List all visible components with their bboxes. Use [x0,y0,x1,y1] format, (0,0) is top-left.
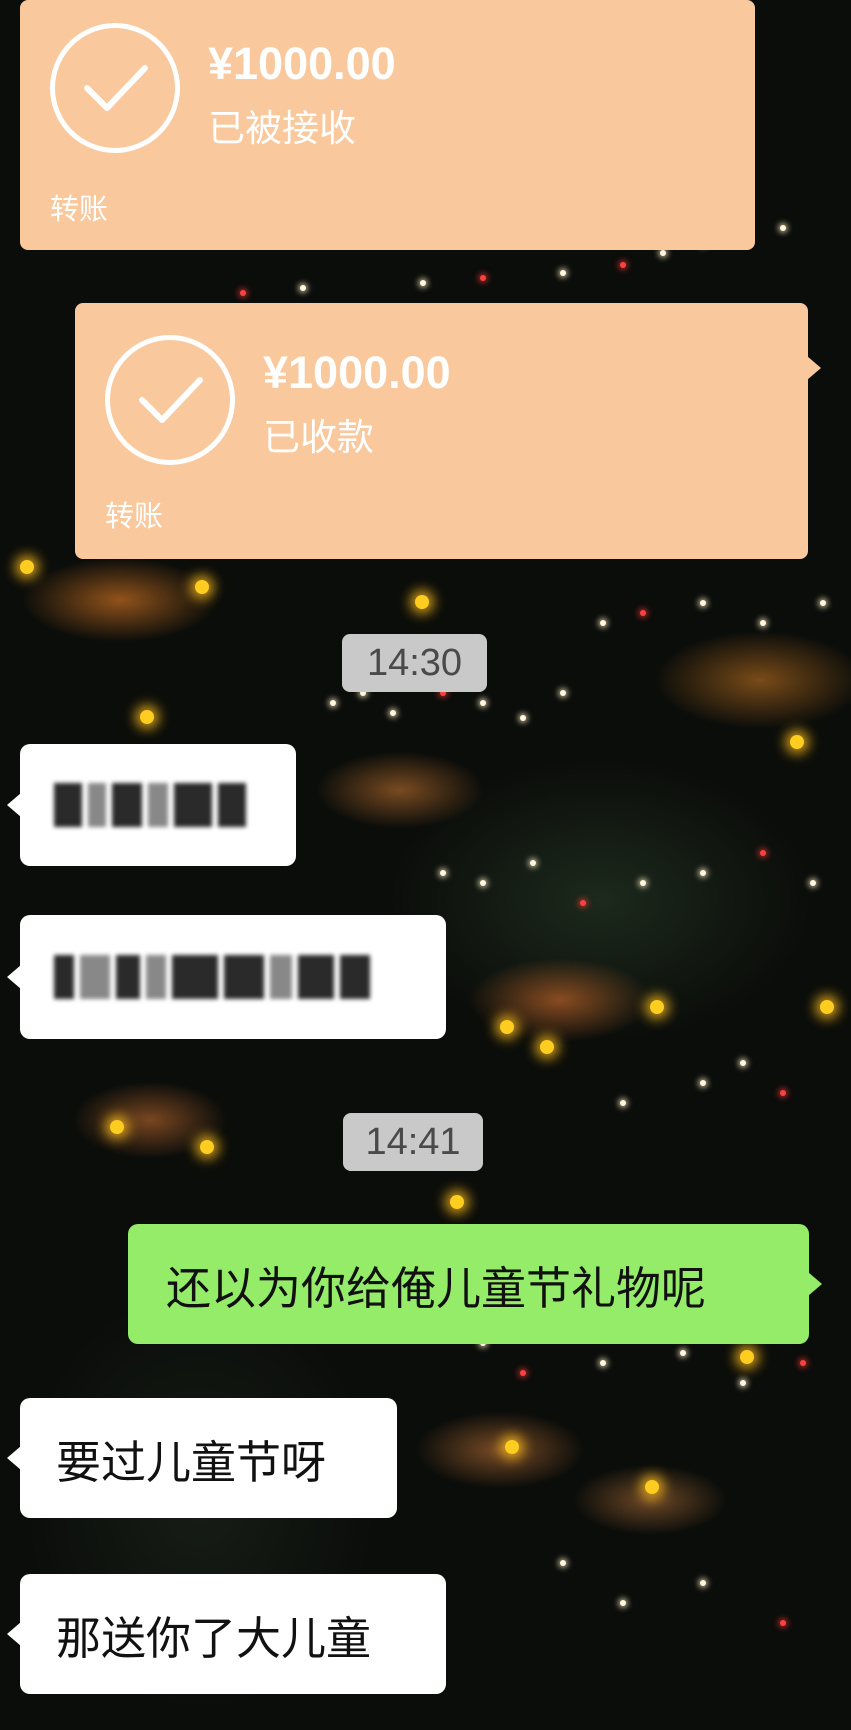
timestamp: 14:41 [343,1113,483,1171]
message-text: 那送你了大儿童 [56,1611,372,1665]
checkmark-circle-icon [50,23,180,153]
message-bubble-incoming[interactable]: 那送你了大儿童 [7,1574,446,1694]
redacted-text [54,783,246,827]
transfer-amount: ¥1000.00 [208,38,396,89]
redacted-text [54,955,370,999]
transfer-label: 转账 [50,192,109,226]
message-bubble-incoming[interactable]: 要过儿童节呀 [7,1398,397,1518]
transfer-amount: ¥1000.00 [263,347,451,398]
transfer-status: 已被接收 [208,107,356,150]
bubble-tail [7,793,21,817]
message-bubble-incoming-redacted[interactable] [7,744,296,866]
message-text: 要过儿童节呀 [56,1435,327,1489]
transfer-status: 已收款 [263,416,374,459]
transfer-card-collected[interactable]: ¥1000.00 已收款 转账 [75,303,808,559]
transfer-label: 转账 [105,499,164,533]
bubble-tail [807,356,821,380]
bubble-tail [7,1446,21,1470]
bubble-tail [7,1622,21,1646]
transfer-card-received[interactable]: ¥1000.00 已被接收 转账 [20,0,755,250]
timestamp: 14:30 [342,634,487,692]
message-bubble-outgoing[interactable]: 还以为你给俺儿童节礼物呢 [128,1224,822,1344]
bubble-tail [808,1272,822,1296]
checkmark-circle-icon [105,335,235,465]
bubble-tail [7,965,21,989]
message-text: 还以为你给俺儿童节礼物呢 [166,1261,707,1315]
message-bubble-incoming-redacted[interactable] [7,915,446,1039]
